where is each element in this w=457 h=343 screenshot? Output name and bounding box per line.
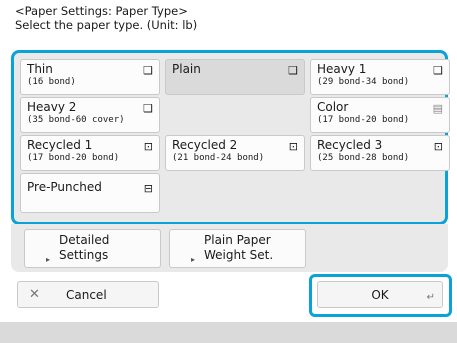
paper-prepunched-icon: ⊟ — [143, 182, 153, 195]
instruction-text: Select the paper type. (Unit: lb) — [15, 18, 198, 32]
paper-type-prepunched-button[interactable]: Pre-Punched ⊟ — [20, 173, 160, 213]
paper-type-plain-button[interactable]: Plain ❑ — [165, 59, 305, 95]
paper-heavy-icon: ❑ — [433, 64, 443, 77]
arrow-right-icon: ▸ — [191, 255, 196, 264]
plain-paper-weight-button[interactable]: Plain Paper Weight Set. ▸ — [169, 229, 306, 268]
paper-plain-icon: ❑ — [288, 64, 298, 77]
paper-color-icon: ▤ — [432, 102, 443, 115]
paper-recycled-icon: ⊡ — [143, 140, 153, 153]
arrow-right-icon: ▸ — [46, 255, 51, 264]
status-bar — [0, 322, 457, 343]
paper-type-heavy2-button[interactable]: Heavy 2 (35 bond-60 cover) ❑ — [20, 97, 160, 133]
screen-header: <Paper Settings: Paper Type> Select the … — [15, 4, 197, 32]
enter-corner-icon: ↵ — [426, 292, 435, 303]
paper-type-grid: Thin (16 bond) ❑ Plain ❑ Heavy 1 (29 bon… — [11, 50, 450, 225]
paper-recycled-icon: ⊡ — [433, 140, 443, 153]
paper-type-color-button[interactable]: Color (17 bond-20 bond) ▤ — [310, 97, 450, 133]
paper-recycled-icon: ⊡ — [288, 140, 298, 153]
paper-thin-icon: ❑ — [143, 64, 153, 77]
ok-button[interactable]: OK ↵ — [317, 281, 443, 308]
cancel-button[interactable]: ✕ Cancel — [17, 281, 159, 308]
paper-type-recycled3-button[interactable]: Recycled 3 (25 bond-28 bond) ⊡ — [310, 135, 450, 171]
detailed-settings-button[interactable]: Detailed Settings ▸ — [24, 229, 161, 268]
options-panel: Detailed Settings ▸ Plain Paper Weight S… — [11, 224, 448, 272]
paper-type-thin-button[interactable]: Thin (16 bond) ❑ — [20, 59, 160, 95]
close-icon: ✕ — [29, 287, 40, 302]
paper-type-heavy1-button[interactable]: Heavy 1 (29 bond-34 bond) ❑ — [310, 59, 450, 95]
paper-type-recycled1-button[interactable]: Recycled 1 (17 bond-20 bond) ⊡ — [20, 135, 160, 171]
paper-type-recycled2-button[interactable]: Recycled 2 (21 bond-24 bond) ⊡ — [165, 135, 305, 171]
page-title: <Paper Settings: Paper Type> — [15, 4, 188, 18]
paper-heavy-icon: ❑ — [143, 102, 153, 115]
